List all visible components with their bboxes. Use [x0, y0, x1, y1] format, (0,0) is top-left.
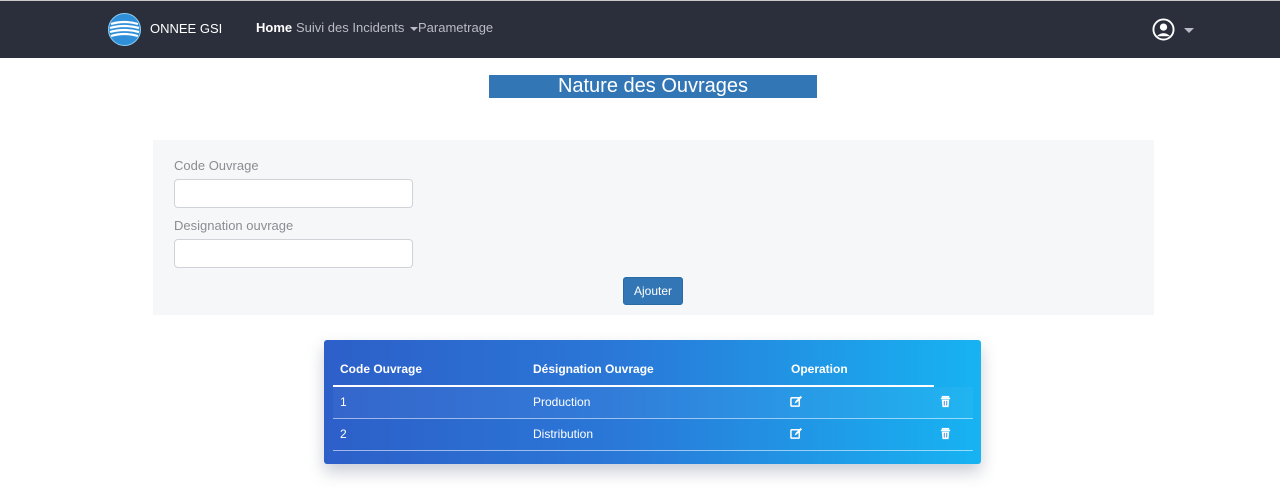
- row-divider: [333, 418, 973, 419]
- user-circle-icon: [1152, 18, 1175, 41]
- code-ouvrage-input[interactable]: [174, 179, 413, 208]
- nav-suivi-incidents-dropdown[interactable]: Suivi des Incidents: [296, 20, 419, 35]
- chevron-down-icon: [1184, 28, 1194, 33]
- nav-suivi-incidents-label: Suivi des Incidents: [296, 20, 405, 35]
- table-row: [333, 387, 973, 418]
- user-menu-toggle[interactable]: [1152, 18, 1198, 42]
- cell-designation: Production: [533, 395, 591, 409]
- code-ouvrage-label: Code Ouvrage: [174, 158, 259, 173]
- ouvrages-table: Code Ouvrage Désignation Ouvrage Operati…: [324, 340, 981, 464]
- edit-icon[interactable]: [790, 395, 803, 408]
- trash-icon[interactable]: [939, 395, 952, 408]
- ouvrage-form: Code Ouvrage Designation ouvrage Ajouter: [153, 140, 1154, 315]
- cell-designation: Distribution: [533, 427, 594, 441]
- ajouter-button[interactable]: Ajouter: [623, 277, 683, 305]
- edit-icon[interactable]: [790, 427, 803, 440]
- nav-parametrage-link[interactable]: Parametrage: [418, 20, 493, 35]
- nav-home-link[interactable]: Home: [256, 20, 292, 35]
- row-divider: [333, 450, 973, 451]
- cell-code: 2: [340, 427, 347, 441]
- designation-ouvrage-label: Designation ouvrage: [174, 218, 294, 233]
- page-title: Nature des Ouvrages: [489, 75, 817, 98]
- brand-logo-icon[interactable]: [108, 13, 141, 46]
- column-header-operation: Operation: [791, 362, 848, 376]
- column-header-designation: Désignation Ouvrage: [533, 362, 654, 376]
- top-navbar: ONNEE GSI Home Suivi des Incidents Param…: [0, 0, 1280, 58]
- designation-ouvrage-input[interactable]: [174, 239, 413, 268]
- brand-name[interactable]: ONNEE GSI: [150, 21, 222, 36]
- trash-icon[interactable]: [939, 427, 952, 440]
- column-header-code: Code Ouvrage: [340, 362, 423, 376]
- cell-code: 1: [340, 395, 347, 409]
